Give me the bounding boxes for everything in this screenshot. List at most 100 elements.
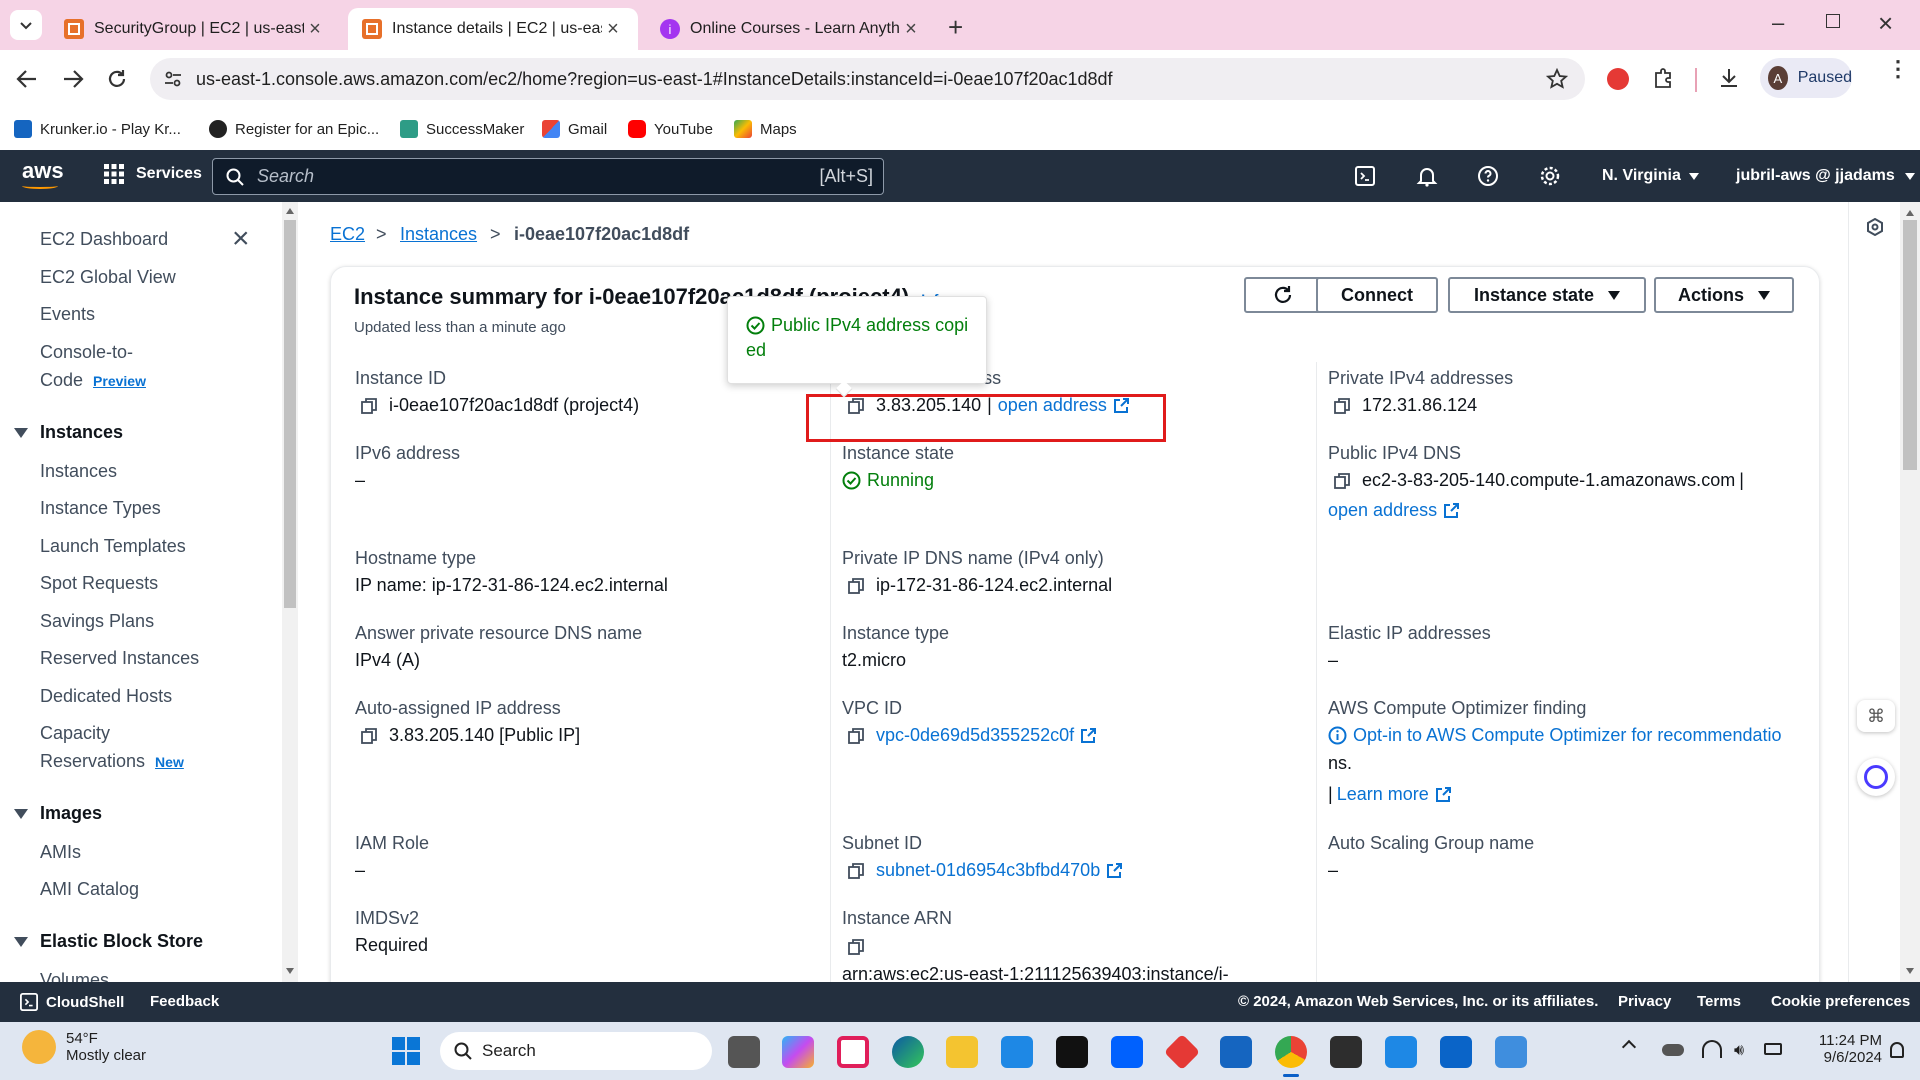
close-window-button[interactable]: × — [1878, 8, 1893, 39]
sidebar-item-console-to-code[interactable]: Console-to- — [40, 342, 133, 363]
assistant-bubble-icon[interactable] — [1857, 758, 1895, 796]
breadcrumb-ec2[interactable]: EC2 — [330, 224, 365, 245]
scroll-down-arrow[interactable] — [286, 968, 294, 974]
page-scrollbar[interactable] — [1900, 202, 1920, 982]
settings-gear-icon[interactable] — [1539, 165, 1561, 187]
sidebar-item-ec2-dashboard[interactable]: EC2 Dashboard — [40, 229, 168, 250]
terms-link[interactable]: Terms — [1697, 993, 1741, 1010]
sidebar-item-dedicated-hosts[interactable]: Dedicated Hosts — [40, 686, 172, 707]
bookmark-epic[interactable]: Register for an Epic... — [209, 116, 379, 142]
back-icon[interactable] — [16, 69, 38, 89]
bookmark-youtube[interactable]: YouTube — [628, 116, 713, 142]
close-sidebar-icon[interactable]: × — [232, 222, 250, 256]
actions-button[interactable]: Actions — [1654, 277, 1794, 313]
scroll-up-arrow[interactable] — [286, 208, 294, 214]
reload-icon[interactable] — [106, 68, 128, 90]
profile-button[interactable]: A Paused — [1760, 58, 1852, 98]
download-icon[interactable] — [1718, 67, 1740, 89]
restore-button[interactable] — [1826, 14, 1840, 28]
red-app-icon[interactable] — [1163, 1033, 1201, 1071]
copy-icon[interactable] — [361, 727, 377, 744]
copy-icon[interactable] — [1334, 397, 1350, 414]
r-app-icon[interactable] — [1220, 1036, 1252, 1068]
start-button[interactable] — [392, 1037, 420, 1065]
copy-icon[interactable] — [848, 577, 864, 594]
aws-logo[interactable]: aws — [22, 158, 64, 184]
file-explorer-icon[interactable] — [946, 1036, 978, 1068]
notepad-icon[interactable] — [1495, 1036, 1527, 1068]
taskbar-search[interactable]: Search — [440, 1032, 712, 1070]
forward-icon[interactable] — [62, 69, 84, 89]
close-icon[interactable]: × — [602, 18, 624, 41]
region-selector[interactable]: N. Virginia — [1602, 167, 1699, 185]
outlook-icon[interactable] — [1440, 1036, 1472, 1068]
close-icon[interactable]: × — [304, 18, 326, 41]
sidebar-item-ec2-global-view[interactable]: EC2 Global View — [40, 267, 176, 288]
copy-icon[interactable] — [361, 397, 377, 414]
weather-widget[interactable]: 54°F Mostly clear — [22, 1030, 146, 1064]
menu-kebab-icon[interactable]: ⋮ — [1887, 58, 1909, 80]
bookmark-krunker[interactable]: Krunker.io - Play Kr... — [14, 116, 181, 142]
sidebar-item-capacity-reservations-line2[interactable]: Reservations New — [40, 751, 184, 772]
floating-widget-icon[interactable]: ⌘ — [1857, 700, 1895, 732]
account-menu[interactable]: jubril-aws @ jjadams — [1736, 167, 1915, 185]
cloudshell-icon[interactable] — [1355, 166, 1375, 186]
chevron-up-icon[interactable] — [1621, 1039, 1637, 1055]
sidebar-item-launch-templates[interactable]: Launch Templates — [40, 536, 186, 557]
store-icon[interactable] — [1001, 1036, 1033, 1068]
services-menu[interactable]: Services — [104, 164, 202, 184]
extension-icon-red[interactable] — [1607, 68, 1629, 90]
vscode-icon[interactable] — [1385, 1036, 1417, 1068]
instance-state-button[interactable]: Instance state — [1448, 277, 1646, 313]
volume-icon[interactable]: 🔊︎ — [1734, 1042, 1744, 1060]
tab-instance-details[interactable]: Instance details | EC2 | us-east- × — [348, 8, 638, 50]
cookie-preferences-link[interactable]: Cookie preferences — [1771, 993, 1910, 1010]
slack-icon[interactable] — [837, 1036, 869, 1068]
scroll-down-arrow[interactable] — [1906, 968, 1914, 974]
sidebar-item-capacity-reservations[interactable]: Capacity — [40, 723, 110, 744]
clock[interactable]: 11:24 PM 9/6/2024 — [1804, 1032, 1882, 1066]
notification-bell-icon[interactable] — [1890, 1042, 1904, 1058]
sidebar-item-events[interactable]: Events — [40, 304, 95, 325]
external-link-icon[interactable] — [1435, 786, 1452, 803]
tab-security-group[interactable]: SecurityGroup | EC2 | us-east-1 × — [50, 8, 340, 50]
external-link-icon[interactable] — [1443, 502, 1460, 519]
sidebar-item-amis[interactable]: AMIs — [40, 842, 81, 863]
privacy-link[interactable]: Privacy — [1618, 993, 1671, 1010]
copy-icon[interactable] — [848, 939, 864, 955]
bookmark-gmail[interactable]: Gmail — [542, 116, 607, 142]
bookmark-maps[interactable]: Maps — [734, 116, 797, 142]
onedrive-icon[interactable] — [1662, 1044, 1684, 1056]
new-tab-button[interactable]: + — [948, 12, 963, 43]
help-icon[interactable] — [1477, 165, 1499, 187]
dropbox-icon[interactable] — [1111, 1036, 1143, 1068]
edge-icon[interactable] — [892, 1036, 924, 1068]
copilot-icon[interactable] — [782, 1036, 814, 1068]
sidebar-item-ami-catalog[interactable]: AMI Catalog — [40, 879, 139, 900]
copy-icon[interactable] — [848, 862, 864, 879]
extensions-puzzle-icon[interactable] — [1652, 67, 1674, 89]
optimizer-link[interactable]: Opt-in to AWS Compute Optimizer for reco… — [1353, 725, 1781, 746]
vpc-link[interactable]: vpc-0de69d5d355252c0f — [876, 725, 1074, 746]
open-address-link[interactable]: open address — [1328, 500, 1437, 521]
cloudshell-button[interactable]: CloudShell — [20, 993, 124, 1011]
external-link-icon[interactable] — [1106, 862, 1123, 879]
sidebar-item-console-to-code-line2[interactable]: Code Preview — [40, 370, 146, 391]
close-icon[interactable]: × — [900, 18, 922, 41]
scrollbar-thumb[interactable] — [1903, 220, 1917, 470]
site-settings-icon[interactable] — [164, 70, 182, 88]
external-link-icon[interactable] — [1080, 727, 1097, 744]
terminal-icon[interactable] — [1330, 1036, 1362, 1068]
subnet-link[interactable]: subnet-01d6954c3bfbd470b — [876, 860, 1100, 881]
panel-settings-icon[interactable] — [1866, 218, 1884, 236]
scrollbar-thumb[interactable] — [284, 220, 296, 608]
minimize-button[interactable]: – — [1772, 10, 1784, 36]
chrome-icon[interactable] — [1275, 1036, 1307, 1068]
copy-icon[interactable] — [1334, 472, 1350, 489]
sidebar-item-instances[interactable]: Instances — [40, 461, 117, 482]
optimizer-link-line2[interactable]: ns. — [1328, 753, 1352, 774]
refresh-button[interactable] — [1244, 277, 1322, 313]
url-bar[interactable]: us-east-1.console.aws.amazon.com/ec2/hom… — [150, 58, 1585, 100]
bookmark-successmaker[interactable]: SuccessMaker — [400, 116, 524, 142]
battery-icon[interactable] — [1764, 1043, 1782, 1055]
